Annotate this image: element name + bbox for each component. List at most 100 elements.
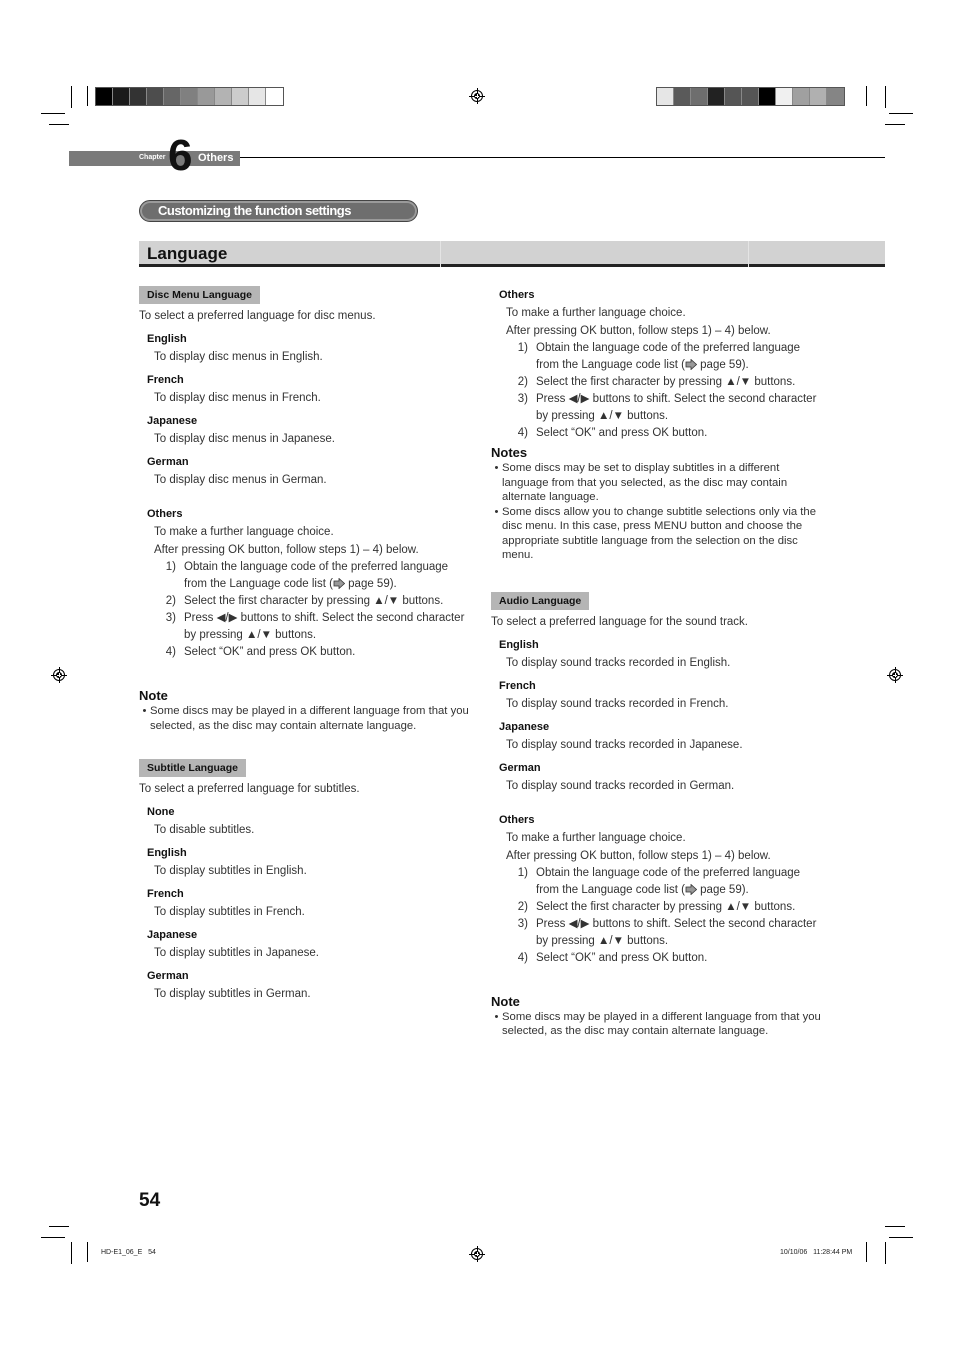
- audio-language-section: Audio Language To select a preferred lan…: [491, 591, 821, 1039]
- crop-mark: [885, 1226, 905, 1227]
- step-item: 1) Obtain the language code of the prefe…: [154, 559, 469, 593]
- print-timestamp: 10/10/06 11:28:44 PM: [780, 1249, 853, 1256]
- color-swatch: [708, 88, 725, 105]
- section-tag: Disc Menu Language: [139, 286, 261, 304]
- option-desc: To make a further language choice.: [506, 307, 686, 319]
- step-item: 3) Press ◀/▶ buttons to shift. Select the…: [506, 391, 821, 425]
- left-column: Disc Menu Language To select a preferred…: [139, 286, 469, 1003]
- step-text: Obtain the language code of the preferre…: [184, 559, 469, 593]
- step-text-a: Obtain the language code of the preferre…: [184, 561, 449, 590]
- note-item: • Some discs may be played in a different…: [494, 1010, 821, 1038]
- step-number: 1): [517, 342, 528, 354]
- option-desc: To display subtitles in Japanese.: [154, 947, 319, 959]
- page-reference-arrow-icon: [685, 359, 697, 370]
- color-swatch: [113, 88, 130, 105]
- color-swatch: [759, 88, 776, 105]
- crop-mark: [49, 1226, 69, 1227]
- crop-mark: [41, 113, 65, 114]
- step-item: 3) Press ◀/▶ buttons to shift. Select the…: [154, 610, 469, 644]
- registration-mark-icon: [469, 1246, 485, 1262]
- step-text-b: page 59).: [696, 359, 749, 371]
- step-text: Select the first character by pressing ▲…: [184, 595, 444, 607]
- step-item: 1) Obtain the language code of the prefe…: [506, 340, 821, 374]
- step-list: 1) Obtain the language code of the prefe…: [491, 865, 821, 967]
- file-id: HD-E1_06_E 54: [101, 1249, 156, 1256]
- step-list: 1) Obtain the language code of the prefe…: [491, 340, 821, 442]
- color-swatch: [691, 88, 708, 105]
- step-number: 2): [165, 595, 176, 607]
- step-number: 2): [517, 376, 528, 388]
- step-text-b: page 59).: [344, 578, 397, 590]
- option-desc: To display disc menus in German.: [154, 474, 327, 486]
- step-number: 4): [517, 951, 528, 964]
- option-desc: To display sound tracks recorded in Japa…: [506, 738, 743, 751]
- registration-mark-icon: [51, 667, 67, 683]
- color-swatch: [827, 88, 844, 105]
- disc-menu-language-section: Disc Menu Language To select a preferred…: [139, 286, 469, 733]
- color-swatch: [725, 88, 742, 105]
- notes-heading: Notes: [491, 445, 528, 460]
- continued-banner: Customizing the function settings (Conti…: [139, 200, 418, 238]
- option-name: Japanese: [499, 720, 550, 733]
- color-swatch: [674, 88, 691, 105]
- crop-mark: [866, 1242, 867, 1262]
- note-heading: Note: [491, 993, 520, 1009]
- step-text: Select “OK” and press OK button.: [536, 951, 708, 964]
- color-swatch: [810, 88, 827, 105]
- option-name: Japanese: [147, 415, 198, 427]
- page-number: 54: [139, 1190, 161, 1211]
- page-reference-arrow-icon: [685, 883, 697, 895]
- crop-mark: [49, 124, 69, 125]
- option-name: German: [147, 456, 189, 468]
- section-intro: To select a preferred language for disc …: [139, 310, 376, 322]
- option-desc: To display disc menus in Japanese.: [154, 433, 335, 445]
- crop-mark: [889, 113, 913, 114]
- option-name: None: [147, 806, 175, 818]
- option-name: French: [499, 679, 536, 692]
- option-desc: To display subtitles in French.: [154, 906, 305, 918]
- color-swatch: [776, 88, 793, 105]
- crop-mark: [71, 86, 72, 108]
- step-number: 3): [165, 612, 176, 624]
- option-desc: To display subtitles in English.: [154, 865, 307, 877]
- option-list: English To display disc menus in English…: [139, 331, 469, 489]
- note-text: Some discs allow you to change subtitle …: [502, 505, 816, 562]
- section-tag: Subtitle Language: [139, 759, 247, 777]
- step-text-a: Obtain the language code of the preferre…: [536, 342, 801, 371]
- option-name: German: [147, 970, 189, 982]
- option-desc: To display sound tracks recorded in Engl…: [506, 656, 731, 669]
- note-heading: Note: [139, 688, 168, 703]
- option-desc: To display sound tracks recorded in Germ…: [506, 779, 735, 792]
- color-calibration-bar-right: [656, 87, 845, 106]
- color-swatch: [96, 88, 113, 105]
- chapter-title: Others: [198, 152, 234, 164]
- option-name: French: [147, 374, 184, 386]
- crop-mark: [889, 1237, 913, 1238]
- step-text-b: page 59).: [696, 883, 749, 896]
- step-item: 2) Select the first character by pressing…: [506, 374, 821, 391]
- color-swatch: [793, 88, 810, 105]
- subtitle-others: Others To make a further language choice…: [491, 287, 821, 563]
- step-text: Press ◀/▶ buttons to shift. Select the s…: [184, 612, 465, 641]
- step-text: Press ◀/▶ buttons to shift. Select the s…: [536, 393, 817, 422]
- option-desc: To display subtitles in German.: [154, 988, 311, 1000]
- note-text: Some discs may be set to display subtitl…: [502, 462, 788, 503]
- section-tag: Audio Language: [491, 591, 590, 610]
- option-name: English: [147, 847, 187, 859]
- color-swatch: [198, 88, 215, 105]
- section-band: [139, 241, 885, 267]
- color-swatch: [164, 88, 181, 105]
- step-text: Select the first character by pressing ▲…: [536, 376, 796, 388]
- step-text: Obtain the language code of the preferre…: [536, 340, 821, 374]
- color-swatch: [266, 88, 283, 105]
- page-reference-arrow-icon: [333, 578, 345, 589]
- option-name: English: [147, 333, 187, 345]
- section-intro: To select a preferred language for the s…: [491, 615, 748, 628]
- section-intro: To select a preferred language for subti…: [139, 783, 360, 795]
- color-swatch: [742, 88, 759, 105]
- step-item: 4) Select “OK” and press OK button.: [154, 644, 469, 661]
- option-desc: To disable subtitles.: [154, 824, 255, 836]
- step-number: 4): [517, 427, 528, 439]
- note-item: • Some discs allow you to change subtitle…: [491, 505, 821, 563]
- step-item: 3) Press ◀/▶ buttons to shift. Select the…: [506, 916, 821, 950]
